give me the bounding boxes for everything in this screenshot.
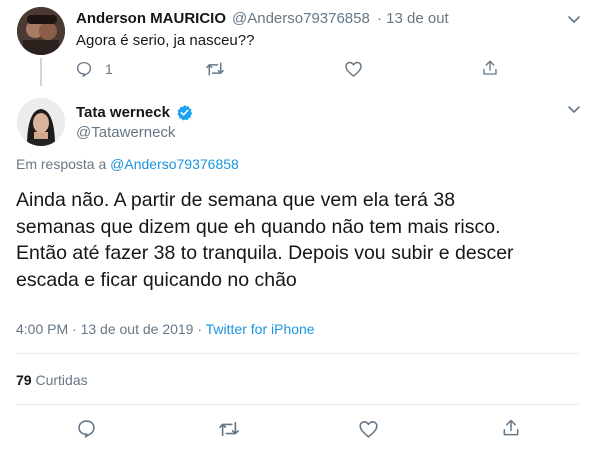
parent-date[interactable]: · 13 de out	[377, 10, 449, 27]
tweet-text-line: Então até fazer 38 to tranquila. Depois …	[16, 242, 514, 264]
main-avatar[interactable]	[17, 98, 65, 146]
main-chevron-down-icon[interactable]	[566, 101, 584, 119]
thread-line	[40, 58, 42, 86]
parent-author-handle[interactable]: @Anderso79376858	[232, 10, 370, 27]
likes-count: 79	[16, 372, 32, 388]
parent-avatar[interactable]	[17, 7, 65, 55]
divider-top	[16, 353, 579, 354]
likes-label: Curtidas	[35, 372, 88, 388]
reply-icon[interactable]	[76, 418, 97, 439]
tweet-meta: 4:00 PM · 13 de out de 2019 · Twitter fo…	[16, 321, 315, 337]
tweet-source-link[interactable]: Twitter for iPhone	[206, 321, 315, 337]
tweet-text-line: escada e ficar quicando no chão	[16, 268, 297, 291]
retweet-icon[interactable]	[218, 419, 240, 439]
share-icon[interactable]	[481, 59, 499, 77]
verified-badge-icon	[176, 104, 193, 121]
like-icon[interactable]	[344, 60, 363, 78]
tweet-text-line: Ainda não. A partir de semana que vem el…	[16, 189, 456, 211]
main-author-handle[interactable]: @Tatawerneck	[76, 124, 175, 141]
reply-context-prefix: Em resposta a	[16, 156, 107, 172]
tweet-timestamp[interactable]: 4:00 PM · 13 de out de 2019 ·	[16, 321, 202, 337]
retweet-icon[interactable]	[205, 60, 225, 78]
like-icon[interactable]	[358, 419, 379, 439]
parent-reply-count: 1	[105, 61, 113, 77]
divider-bottom	[16, 404, 579, 405]
main-author-name[interactable]: Tata werneck	[76, 104, 170, 121]
tweet-text-line: semanas que dizem que eh quando não tem …	[16, 215, 501, 238]
parent-chevron-down-icon[interactable]	[566, 11, 584, 29]
likes-stat[interactable]: 79 Curtidas	[16, 372, 88, 388]
share-icon[interactable]	[501, 418, 521, 438]
main-tweet-text: Ainda não. A partir de semana que vem el…	[16, 187, 586, 293]
reply-context: Em resposta a @Anderso79376858	[16, 156, 239, 172]
parent-reply-action[interactable]: 1	[75, 59, 113, 79]
reply-icon[interactable]	[75, 60, 93, 78]
reply-to-handle-link[interactable]: @Anderso79376858	[110, 156, 239, 172]
parent-author-name[interactable]: Anderson MAURICIO	[76, 10, 226, 27]
parent-tweet-text: Agora é serio, ja nasceu??	[76, 32, 255, 49]
